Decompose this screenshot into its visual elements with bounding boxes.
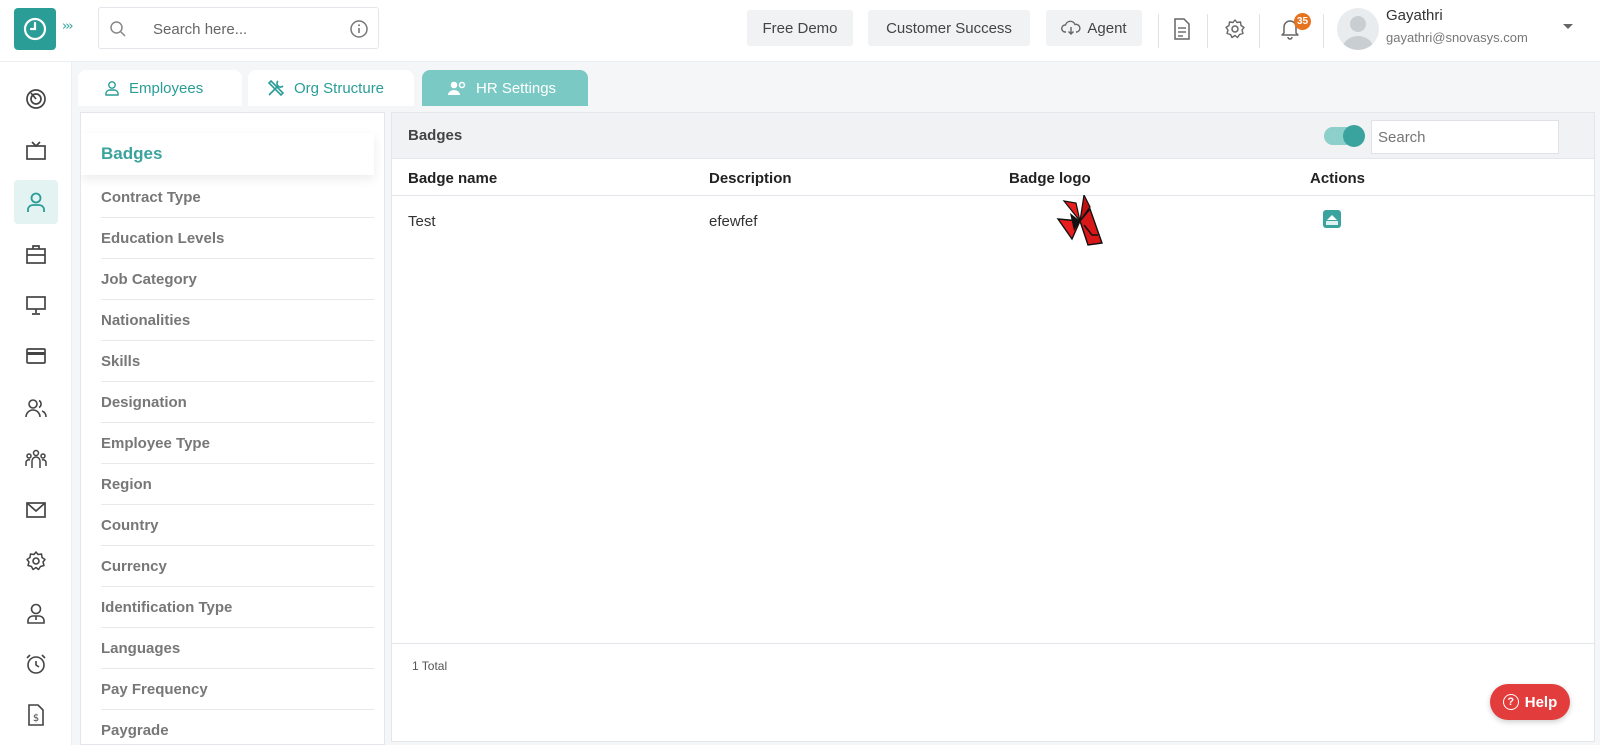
column-header[interactable]: Actions [1310,170,1365,187]
menu-item[interactable]: Identification Type [101,587,374,628]
tab-employees[interactable]: Employees [78,70,242,106]
tab-org-structure-label: Org Structure [294,79,385,97]
users-gear-icon [447,80,467,96]
briefcase-icon [26,245,46,264]
tools-icon [267,79,285,97]
tv-icon [26,141,46,160]
menu-item[interactable]: Employee Type [101,423,374,464]
total-count: 1 Total [412,659,448,673]
sidebar-item-settings[interactable] [14,539,58,583]
menu-item[interactable]: Paygrade [101,710,374,744]
panel-title: Badges [408,127,463,144]
toggle-knob [1343,125,1365,147]
agent-label: Agent [1087,19,1127,37]
document-icon[interactable] [1172,18,1192,40]
sidebar-item-payment[interactable] [14,334,58,378]
divider [1158,14,1159,48]
sidebar-item-monitor[interactable] [14,283,58,327]
menu-item[interactable]: Currency [101,546,374,587]
menu-item[interactable]: Nationalities [101,300,374,341]
menu-item[interactable]: Education Levels [101,218,374,259]
app-logo[interactable] [14,8,56,50]
help-label: Help [1524,693,1558,711]
menu-item[interactable]: Designation [101,382,374,423]
divider [1259,14,1260,48]
top-header: ››› Search here... Free Demo Customer Su… [0,0,1600,62]
sidebar-item-user-profile[interactable] [14,591,58,635]
column-header[interactable]: Description [709,170,792,187]
menu-item[interactable]: Pay Frequency [101,669,374,710]
archive-icon[interactable] [1322,209,1342,229]
menu-item[interactable]: Country [101,505,374,546]
sidebar-item-invoice[interactable]: $ [14,693,58,737]
mail-icon [26,502,46,518]
help-button[interactable]: ? Help [1490,684,1570,720]
hr-settings-menu: Badges Contract Type Education Levels Jo… [80,112,385,745]
menu-item[interactable]: Skills [101,341,374,382]
gear-icon [26,551,46,571]
panel-header: Badges [392,113,1594,159]
question-icon: ? [1502,694,1519,710]
sidebar-item-employees[interactable] [14,180,58,224]
badge-name-cell: Test [408,213,436,230]
menu-item[interactable]: Job Category [101,259,374,300]
sidebar-item-briefcase[interactable] [14,232,58,276]
menu-item[interactable]: Languages [101,628,374,669]
menu-item-badges-active[interactable]: Badges [81,133,374,175]
clock-logo-icon [23,17,47,41]
agent-button[interactable]: Agent [1046,10,1142,46]
alarm-icon [26,654,46,674]
team-icon [25,449,47,468]
invoice-icon: $ [28,704,44,726]
badge-description-cell: efewfef [709,213,758,230]
search-icon [110,21,126,37]
expand-menu-icon[interactable]: ››› [62,19,74,34]
person-icon [27,192,45,212]
user-name[interactable]: Gayathri [1386,7,1443,24]
divider [1323,14,1324,48]
notification-count-badge: 35 [1294,13,1311,30]
sidebar-item-people[interactable] [14,386,58,430]
user-menu-dropdown-icon[interactable] [1563,24,1573,29]
tab-hr-settings[interactable]: HR Settings [422,70,588,106]
sidebar-item-dashboard[interactable] [14,77,58,121]
cloud-download-icon [1061,20,1081,35]
sidebar-item-team[interactable] [14,437,58,481]
person-icon [104,80,120,96]
settings-gear-icon[interactable] [1224,18,1246,40]
sidebar: $ [0,62,72,745]
badge-logo-butterfly-image [1056,195,1103,246]
customer-success-button[interactable]: Customer Success [868,10,1030,46]
card-icon [26,348,46,364]
people-icon [25,399,47,418]
column-header[interactable]: Badge logo [1009,170,1091,187]
column-header[interactable]: Badge name [408,170,497,187]
menu-item[interactable]: Region [101,464,374,505]
table-header: Badge name Description Badge logo Action… [392,160,1594,196]
user-badge-icon [27,603,45,624]
user-avatar-icon [1342,16,1374,50]
table-footer-divider [392,643,1594,644]
avatar[interactable] [1337,8,1379,50]
sidebar-item-alarm[interactable] [14,642,58,686]
sidebar-item-tv[interactable] [14,129,58,173]
tab-org-structure[interactable]: Org Structure [248,70,414,106]
badges-panel: Badges Badge name Description Badge logo… [391,112,1595,742]
monitor-icon [26,296,46,315]
search-input[interactable]: Search here... [153,21,247,38]
free-demo-button[interactable]: Free Demo [747,10,853,46]
svg-text:$: $ [33,713,39,724]
tab-hr-settings-label: HR Settings [476,79,557,97]
info-icon[interactable] [349,19,369,39]
user-email: gayathri@snovasys.com [1386,30,1528,45]
global-search[interactable]: Search here... [98,7,379,49]
tab-employees-label: Employees [129,79,204,97]
badge-search-input[interactable] [1371,120,1559,154]
menu-item[interactable]: Contract Type [101,177,374,218]
archive-toggle[interactable] [1324,125,1365,147]
dashboard-icon [26,89,46,109]
sidebar-item-mail[interactable] [14,488,58,532]
divider [1207,14,1208,48]
